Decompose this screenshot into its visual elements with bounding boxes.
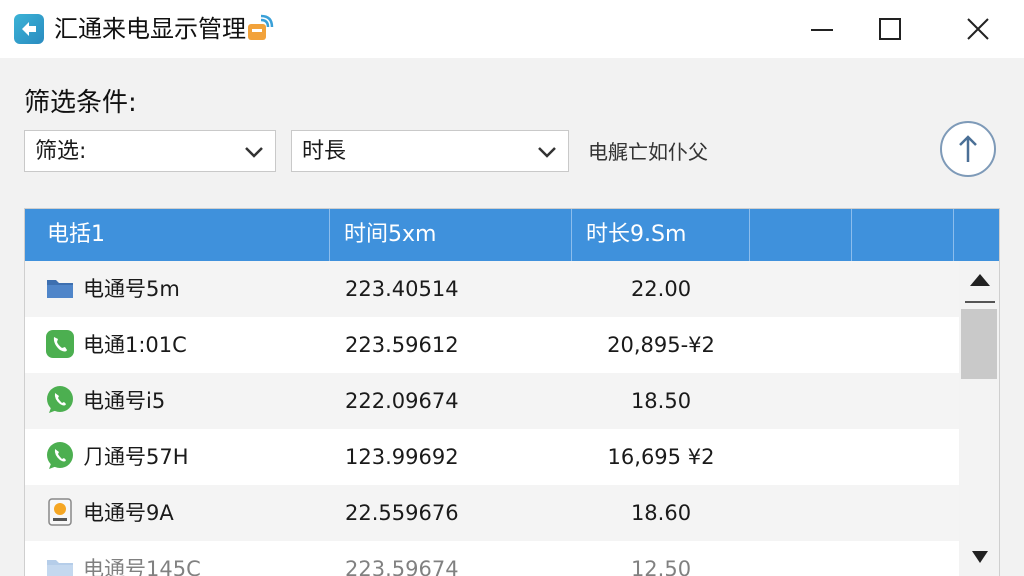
minimize-button[interactable]: [792, 0, 852, 58]
row-time: 222.09674: [345, 389, 459, 413]
row-phone: 电通号5m: [83, 277, 180, 301]
scroll-up-arrow-icon[interactable]: [968, 271, 992, 289]
arrow-up-icon: [959, 135, 977, 162]
duration-select[interactable]: 时長: [291, 130, 569, 172]
row-time: 123.99692: [345, 445, 459, 469]
table-row[interactable]: 电通号5m 223.40514 22.00: [25, 261, 959, 317]
table-header: 电括1 时间5xm 时长9.Sm: [25, 209, 999, 261]
row-duration: 12.50: [630, 557, 692, 576]
table-row[interactable]: 电通号9A 22.559676 18.60: [25, 485, 959, 541]
filter-side-text: 电艉亡如仆父: [588, 140, 708, 164]
scrollbar-thumb[interactable]: [961, 309, 997, 379]
filter-select[interactable]: 筛选:: [24, 130, 276, 172]
minimize-icon: [811, 29, 833, 31]
folder-icon: [47, 280, 73, 298]
app-logo-icon: [14, 14, 44, 44]
phone-icon: [46, 330, 74, 358]
row-duration: 20,895-¥2: [607, 333, 715, 357]
column-header-empty-3[interactable]: [953, 209, 999, 261]
folder-icon: [47, 560, 73, 576]
maximize-button[interactable]: [860, 0, 920, 58]
row-duration: 22.00: [630, 277, 692, 301]
table-row[interactable]: 电通号i5 222.09674 18.50: [25, 373, 959, 429]
row-phone: 电通号145C: [83, 557, 201, 576]
row-duration: 18.60: [630, 501, 692, 525]
maximize-icon: [879, 18, 901, 40]
column-header-time[interactable]: 时间5xm: [329, 209, 571, 261]
call-log-table: 电括1 时间5xm 时长9.Sm 电通号5m 223.40514 22.00 电…: [24, 208, 1000, 576]
filter-conditions-label: 筛选条件:: [24, 88, 137, 118]
scroll-to-top-button[interactable]: [940, 121, 996, 177]
signal-badge-icon: [244, 14, 274, 44]
row-time: 223.59612: [345, 333, 459, 357]
row-time: 22.559676: [345, 501, 459, 525]
row-time: 223.40514: [345, 277, 459, 301]
table-row[interactable]: ⺆通号57H 123.99692 16,695 ¥2: [25, 429, 959, 485]
title-bar: 汇通来电显示管理: [0, 0, 1024, 58]
table-row[interactable]: 电通号145C 223.59674 12.50: [25, 541, 959, 576]
contact-card-icon: [48, 498, 72, 526]
column-header-duration[interactable]: 时长9.Sm: [571, 209, 749, 261]
filter-select-value: 筛选:: [35, 139, 87, 164]
row-time: 223.59674: [345, 557, 459, 576]
chevron-down-icon: [538, 147, 556, 158]
vertical-scrollbar[interactable]: [959, 261, 999, 576]
chevron-down-icon: [245, 147, 263, 158]
duration-select-value: 时長: [302, 139, 347, 164]
column-header-empty-1[interactable]: [749, 209, 851, 261]
table-row[interactable]: 电通1:01C 223.59612 20,895-¥2: [25, 317, 959, 373]
whatsapp-icon: [47, 442, 73, 469]
scroll-down-arrow-icon[interactable]: [970, 549, 990, 565]
scroll-separator: [965, 301, 995, 303]
close-button[interactable]: [948, 0, 1008, 58]
whatsapp-icon: [47, 386, 73, 413]
window-title: 汇通来电显示管理: [54, 15, 246, 43]
row-phone: 电通号9A: [83, 501, 174, 525]
row-phone: 电通1:01C: [83, 333, 187, 357]
column-header-empty-2[interactable]: [851, 209, 953, 261]
row-phone: ⺆通号57H: [83, 445, 189, 469]
row-duration: 18.50: [630, 389, 692, 413]
close-icon: [967, 18, 989, 40]
row-duration: 16,695 ¥2: [607, 445, 715, 469]
column-header-phone[interactable]: 电括1: [25, 209, 329, 261]
row-phone: 电通号i5: [83, 389, 166, 413]
